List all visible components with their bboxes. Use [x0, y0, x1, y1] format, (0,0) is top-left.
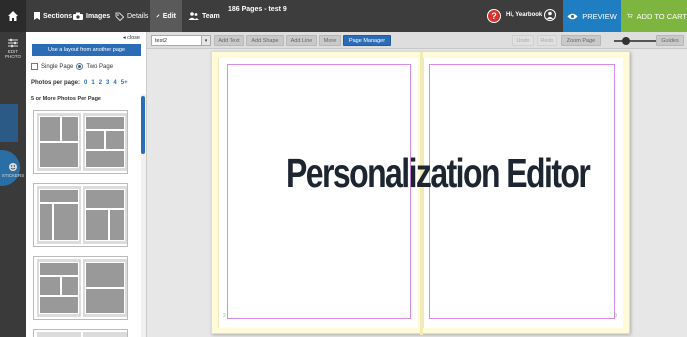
- home-icon: [8, 11, 18, 21]
- use-layout-button[interactable]: Use a layout from another page: [32, 44, 141, 56]
- preview-label: PREVIEW: [582, 11, 617, 21]
- eye-icon: [567, 13, 578, 19]
- single-page-checkbox[interactable]: [31, 63, 38, 70]
- user-greeting[interactable]: Hi, Yearbook: [506, 12, 542, 18]
- add-to-cart-label: ADD TO CART: [636, 11, 687, 21]
- page-select-value: test2: [155, 37, 167, 44]
- layout-thumbnail[interactable]: [33, 256, 128, 320]
- nav-edit-label: Edit: [162, 12, 176, 20]
- nav-images-label: Images: [86, 12, 111, 20]
- photos-option-4[interactable]: 4: [113, 80, 116, 86]
- home-button[interactable]: [0, 0, 26, 32]
- add-text-button[interactable]: Add Text: [214, 35, 244, 46]
- photos-option-3[interactable]: 3: [106, 80, 109, 86]
- guides-button[interactable]: Guides: [656, 35, 684, 46]
- promo-decoration: [0, 104, 18, 142]
- chevron-down-icon[interactable]: ▾: [201, 36, 210, 45]
- panel-scrollbar-thumb[interactable]: [141, 96, 145, 154]
- more-button[interactable]: More: [319, 35, 341, 46]
- rail-stickers-label: STICKERS: [1, 173, 25, 178]
- add-shape-button[interactable]: Add Shape: [246, 35, 284, 46]
- tool-rail: EDIT PHOTO STICKERS: [0, 32, 26, 337]
- bookmark-icon: [34, 12, 40, 20]
- cart-icon: [627, 13, 633, 19]
- two-page-radio[interactable]: [76, 63, 84, 70]
- nav-team-label: Team: [202, 12, 220, 20]
- camera-icon: [73, 12, 83, 20]
- zoom-slider-handle[interactable]: [622, 37, 630, 45]
- panel-scrollbar[interactable]: [141, 94, 146, 337]
- rail-stickers[interactable]: STICKERS: [0, 162, 26, 178]
- help-icon[interactable]: ?: [487, 9, 501, 23]
- photos-option-5plus[interactable]: 5+: [121, 80, 128, 86]
- undo-button[interactable]: Undo: [512, 35, 534, 46]
- team-icon: [188, 12, 199, 20]
- top-bar: Sections Images Details Edit Team 186 Pa…: [0, 0, 687, 32]
- redo-button[interactable]: Redo: [537, 35, 557, 46]
- nav-team[interactable]: Team: [182, 0, 226, 32]
- rail-edit-photo-label: EDIT PHOTO: [5, 49, 21, 59]
- sliders-icon: [8, 38, 18, 48]
- layouts-panel: ◂ close Use a layout from another page S…: [26, 32, 147, 337]
- photos-option-1[interactable]: 1: [91, 80, 94, 86]
- layout-group-label: 5 or More Photos Per Page: [31, 96, 101, 102]
- page-select[interactable]: test2 ▾: [151, 35, 211, 46]
- right-page-number: 3: [614, 313, 617, 319]
- overlay-title: Personalization Editor: [286, 150, 591, 196]
- user-avatar-icon[interactable]: [544, 9, 556, 21]
- layout-thumbnail[interactable]: [33, 110, 128, 174]
- person-icon: [546, 11, 554, 19]
- nav-details[interactable]: Details: [109, 0, 154, 32]
- left-page-number: 2: [223, 313, 226, 319]
- preview-button[interactable]: PREVIEW: [563, 0, 621, 32]
- photos-option-2[interactable]: 2: [99, 80, 102, 86]
- page-manager-button[interactable]: Page Manager: [343, 35, 391, 46]
- nav-edit[interactable]: Edit: [150, 0, 182, 32]
- layout-thumbnail[interactable]: [33, 183, 128, 247]
- nav-details-label: Details: [127, 12, 149, 20]
- layout-thumbnail[interactable]: [33, 329, 128, 337]
- add-to-cart-button[interactable]: ADD TO CART: [621, 0, 687, 32]
- zoom-page-button[interactable]: Zoom Page: [561, 35, 601, 46]
- two-page-label: Two Page: [86, 63, 114, 70]
- rail-edit-photo[interactable]: EDIT PHOTO: [0, 38, 26, 59]
- add-line-button[interactable]: Add Line: [286, 35, 317, 46]
- page-mode-options: Single Page Two Page: [31, 63, 113, 70]
- sticker-icon: [9, 163, 17, 171]
- single-page-label: Single Page: [41, 63, 74, 70]
- photos-per-page-label: Photos per page:: [31, 80, 81, 86]
- close-panel-link[interactable]: ◂ close: [123, 35, 140, 41]
- photos-per-page: Photos per page: 0 1 2 3 4 5+: [31, 80, 128, 86]
- pencil-icon: [156, 14, 160, 18]
- editor-toolbar: test2 ▾ Add Text Add Shape Add Line More…: [147, 32, 687, 49]
- photos-option-0[interactable]: 0: [84, 80, 87, 86]
- tag-icon: [115, 12, 124, 21]
- document-title: 186 Pages - test 9: [228, 6, 287, 13]
